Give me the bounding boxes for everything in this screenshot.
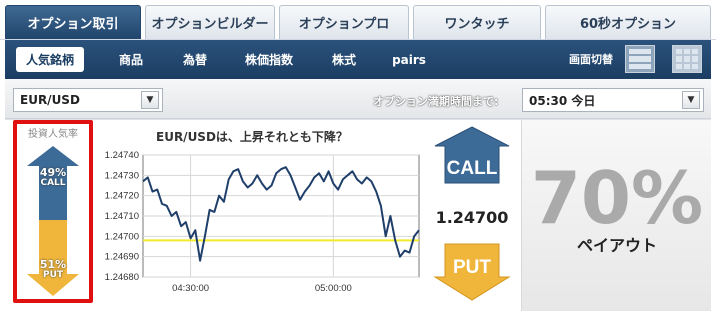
asset-select[interactable]: EUR/USD ▼ <box>13 88 163 112</box>
trader-sentiment: 投資人気率 49% CALL 51% PUT <box>13 120 93 303</box>
put-button-label: PUT <box>453 257 491 278</box>
payout-label: ペイアウト <box>576 236 657 255</box>
subnav-item-forex[interactable]: 為替 <box>172 47 218 72</box>
sentiment-call-percent: 49% <box>39 166 67 179</box>
list-view-icon[interactable] <box>625 45 655 73</box>
asset-category-bar: 人気銘柄 商品 為替 株価指数 株式 pairs 画面切替 <box>5 40 711 79</box>
y-tick-label: 1.24720 <box>105 191 139 202</box>
sentiment-put-percent: 51% <box>39 258 67 271</box>
y-tick-label: 1.24710 <box>105 211 139 222</box>
tab-option-trading[interactable]: オプション取引 <box>5 5 141 39</box>
subnav-item-indices[interactable]: 株価指数 <box>237 47 301 72</box>
current-price: 1.24700 <box>435 208 509 227</box>
payout-panel: 70% ペイアウト <box>521 120 711 311</box>
subnav-item-pairs[interactable]: pairs <box>386 47 432 72</box>
x-tick-label: 04:30:00 <box>172 283 209 294</box>
trade-panel: CALL PUT 1.24700 <box>423 120 521 311</box>
call-button[interactable]: CALL <box>434 126 510 184</box>
grid-view-icon[interactable] <box>672 45 702 73</box>
y-tick-label: 1.24690 <box>105 252 139 263</box>
sentiment-put-label: PUT <box>42 270 64 280</box>
expiry-select[interactable]: 05:30 今日 ▼ <box>522 88 704 112</box>
sentiment-title: 投資人気率 <box>28 129 78 140</box>
y-tick-label: 1.24680 <box>105 272 139 283</box>
expiry-label: オプション満期時間まで: <box>373 95 499 108</box>
tab-one-touch[interactable]: ワンタッチ <box>413 5 541 39</box>
price-chart: 1.24740 1.24730 1.24720 1.24710 1.24700 1.246… <box>105 150 420 294</box>
subnav-item-popular[interactable]: 人気銘柄 <box>16 47 84 72</box>
y-tick-label: 1.24740 <box>105 150 139 161</box>
chevron-down-icon: ▼ <box>141 91 159 109</box>
y-tick-label: 1.24730 <box>105 170 139 181</box>
option-panel: 投資人気率 49% CALL 51% PUT EUR/USDは、上昇それとも下降… <box>5 119 711 311</box>
view-switch-label: 画面切替 <box>569 53 613 66</box>
asset-select-value: EUR/USD <box>20 93 80 107</box>
x-tick-label: 05:00:00 <box>315 283 352 294</box>
subnav-item-stocks[interactable]: 株式 <box>321 47 367 72</box>
tab-option-pro[interactable]: オプションプロ <box>279 5 409 39</box>
product-tabs: オプション取引 オプションビルダー オプションプロ ワンタッチ 60秒オプション <box>0 0 716 40</box>
subnav-item-commodities[interactable]: 商品 <box>108 47 154 72</box>
payout-percent: 70% <box>530 156 704 240</box>
chevron-down-icon: ▼ <box>682 91 700 109</box>
y-tick-label: 1.24700 <box>105 231 139 242</box>
option-controls: EUR/USD ▼ オプション満期時間まで: 05:30 今日 ▼ <box>5 79 711 119</box>
expiry-select-value: 05:30 今日 <box>529 93 596 108</box>
sentiment-call-label: CALL <box>40 178 66 188</box>
tab-option-builder[interactable]: オプションビルダー <box>145 5 275 39</box>
put-button[interactable]: PUT <box>433 243 511 301</box>
call-button-label: CALL <box>447 158 498 179</box>
tab-60-second[interactable]: 60秒オプション <box>545 5 711 39</box>
price-chart-area: EUR/USDは、上昇それとも下降？ 1.24740 1.24730 1.24720… <box>93 120 423 311</box>
